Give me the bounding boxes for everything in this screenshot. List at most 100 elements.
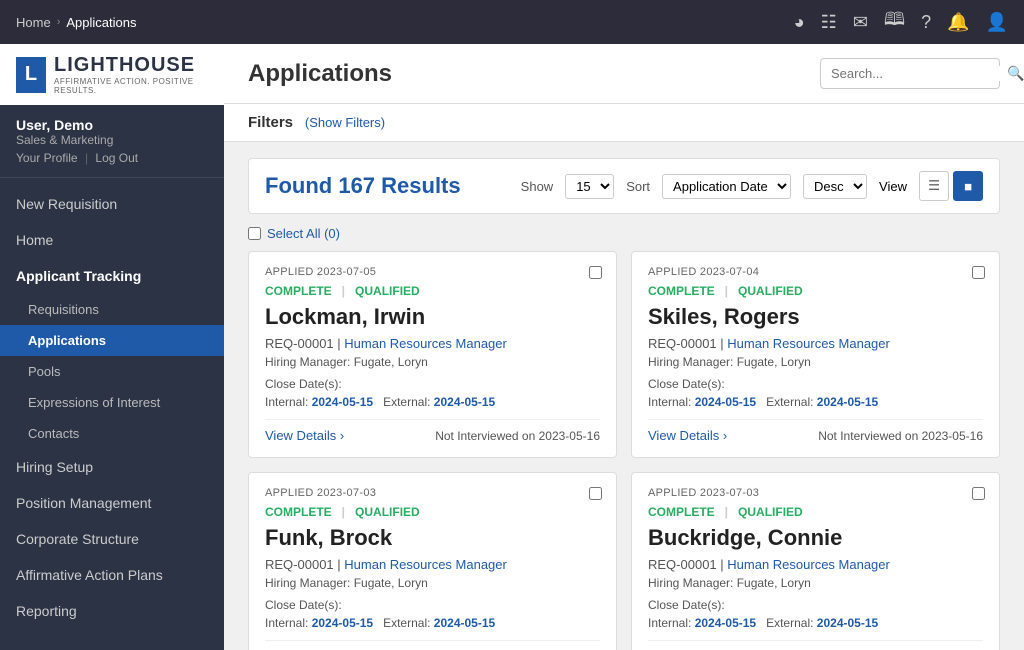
view-details-link[interactable]: View Details › (648, 428, 727, 443)
sidebar-item-pools[interactable]: Pools (0, 356, 224, 387)
results-controls: Show 15 25 50 Sort Application Date Name… (521, 171, 983, 201)
inbox-icon[interactable]: ✉ (853, 12, 868, 33)
application-card: APPLIED 2023-07-03 COMPLETE | QUALIFIED … (248, 472, 617, 650)
book-icon[interactable]: 🕮 (884, 7, 905, 37)
logo-icon: L (16, 57, 46, 93)
sort-select[interactable]: Application Date Name (662, 174, 791, 199)
card-close-label: Close Date(s): (265, 598, 600, 612)
view-label: View (879, 179, 907, 194)
results-count: Found 167 Results (265, 173, 521, 199)
sidebar-item-applications[interactable]: Applications (0, 325, 224, 356)
card-close-dates: Internal: 2024-05-15 External: 2024-05-1… (265, 395, 600, 409)
link-separator: | (85, 151, 91, 165)
sidebar-item-new-requisition[interactable]: New Requisition (0, 186, 224, 222)
log-out-link[interactable]: Log Out (95, 151, 138, 165)
card-req-role-link[interactable]: Human Resources Manager (344, 336, 507, 351)
top-nav-icons: ◕ ☷ ✉ 🕮 ? 🔔 👤 (794, 7, 1008, 37)
sidebar: L LIGHTHOUSE AFFIRMATIVE ACTION. POSITIV… (0, 44, 224, 650)
internal-date: 2024-05-15 (312, 616, 373, 630)
bell-icon[interactable]: 🔔 (947, 12, 969, 33)
search-box: 🔍 (820, 58, 1000, 89)
external-date: 2024-05-15 (434, 616, 495, 630)
list-view-button[interactable]: ☰ (919, 171, 949, 201)
application-card: APPLIED 2023-07-05 COMPLETE | QUALIFIED … (248, 251, 617, 458)
breadcrumb: Home › Applications (16, 15, 794, 30)
card-checkbox-3[interactable] (972, 487, 985, 500)
card-close-label: Close Date(s): (265, 377, 600, 391)
cards-grid: APPLIED 2023-07-05 COMPLETE | QUALIFIED … (248, 251, 1000, 650)
page-title: Applications (248, 60, 392, 88)
sort-direction-select[interactable]: Desc Asc (803, 174, 867, 199)
breadcrumb-home[interactable]: Home (16, 15, 51, 30)
sidebar-item-requisitions[interactable]: Requisitions (0, 294, 224, 325)
status-qualified: QUALIFIED (738, 505, 803, 519)
content-header: Applications 🔍 (224, 44, 1024, 104)
card-checkbox-0[interactable] (589, 266, 602, 279)
sidebar-nav: New Requisition Home Applicant Tracking … (0, 178, 224, 650)
card-hiring-manager: Hiring Manager: Fugate, Loryn (648, 355, 983, 369)
select-all-checkbox[interactable] (248, 227, 261, 240)
sidebar-item-position-management[interactable]: Position Management (0, 485, 224, 521)
found-label: Found (265, 173, 332, 198)
card-req-role-link[interactable]: Human Resources Manager (727, 557, 890, 572)
card-status: COMPLETE | QUALIFIED (265, 505, 600, 519)
show-filters-toggle[interactable]: (Show Filters) (305, 115, 385, 130)
card-applied-date: APPLIED 2023-07-05 (265, 266, 600, 278)
user-icon[interactable]: 👤 (986, 12, 1008, 33)
sidebar-item-corporate-structure[interactable]: Corporate Structure (0, 521, 224, 557)
sidebar-item-home[interactable]: Home (0, 222, 224, 258)
view-details-link[interactable]: View Details › (265, 428, 344, 443)
search-input[interactable] (831, 66, 1007, 81)
card-footer: View Details › Not Interviewed on 2023-0… (265, 419, 600, 443)
user-links: Your Profile | Log Out (16, 151, 208, 165)
status-qualified: QUALIFIED (355, 284, 420, 298)
grid-view-button[interactable]: ■ (953, 171, 983, 201)
internal-date: 2024-05-15 (695, 616, 756, 630)
card-req: REQ-00001 | Human Resources Manager (265, 557, 600, 572)
sidebar-item-affirmative-action-plans[interactable]: Affirmative Action Plans (0, 557, 224, 593)
sidebar-item-reporting[interactable]: Reporting (0, 593, 224, 629)
card-checkbox-2[interactable] (589, 487, 602, 500)
external-date: 2024-05-15 (817, 616, 878, 630)
not-interviewed-label: Not Interviewed on 2023-05-16 (435, 429, 600, 443)
internal-date: 2024-05-15 (312, 395, 373, 409)
card-applied-date: APPLIED 2023-07-04 (648, 266, 983, 278)
card-close-dates: Internal: 2024-05-15 External: 2024-05-1… (648, 395, 983, 409)
grid-icon[interactable]: ☷ (821, 12, 837, 33)
filters-bar: Filters (Show Filters) (224, 104, 1024, 142)
card-applicant-name: Buckridge, Connie (648, 525, 983, 551)
your-profile-link[interactable]: Your Profile (16, 151, 78, 165)
card-req: REQ-00001 | Human Resources Manager (648, 336, 983, 351)
results-area: Found 167 Results Show 15 25 50 Sort App… (224, 142, 1024, 650)
help-icon[interactable]: ? (921, 12, 931, 33)
card-applicant-name: Lockman, Irwin (265, 304, 600, 330)
card-status: COMPLETE | QUALIFIED (648, 284, 983, 298)
sidebar-item-contacts[interactable]: Contacts (0, 418, 224, 449)
card-applied-date: APPLIED 2023-07-03 (648, 487, 983, 499)
pie-chart-icon[interactable]: ◕ (794, 12, 805, 33)
card-applicant-name: Funk, Brock (265, 525, 600, 551)
sidebar-item-hiring-setup[interactable]: Hiring Setup (0, 449, 224, 485)
breadcrumb-current: Applications (66, 15, 136, 30)
card-applicant-name: Skiles, Rogers (648, 304, 983, 330)
breadcrumb-chevron: › (57, 16, 61, 28)
card-req-role-link[interactable]: Human Resources Manager (344, 557, 507, 572)
external-date: 2024-05-15 (817, 395, 878, 409)
sidebar-item-expressions-of-interest[interactable]: Expressions of Interest (0, 387, 224, 418)
top-nav: Home › Applications ◕ ☷ ✉ 🕮 ? 🔔 👤 (0, 0, 1024, 44)
filters-label: Filters (248, 114, 293, 131)
status-complete: COMPLETE (265, 505, 332, 519)
external-date: 2024-05-15 (434, 395, 495, 409)
show-select[interactable]: 15 25 50 (565, 174, 614, 199)
main-layout: L LIGHTHOUSE AFFIRMATIVE ACTION. POSITIV… (0, 44, 1024, 650)
card-checkbox-1[interactable] (972, 266, 985, 279)
brand-name: LIGHTHOUSE (54, 54, 208, 77)
status-qualified: QUALIFIED (738, 284, 803, 298)
card-req-role-link[interactable]: Human Resources Manager (727, 336, 890, 351)
search-icon: 🔍 (1007, 65, 1024, 82)
sidebar-item-applicant-tracking[interactable]: Applicant Tracking (0, 258, 224, 294)
card-hiring-manager: Hiring Manager: Fugate, Loryn (265, 355, 600, 369)
select-all-label: Select All (0) (267, 226, 340, 241)
card-hiring-manager: Hiring Manager: Fugate, Loryn (265, 576, 600, 590)
card-req: REQ-00001 | Human Resources Manager (648, 557, 983, 572)
